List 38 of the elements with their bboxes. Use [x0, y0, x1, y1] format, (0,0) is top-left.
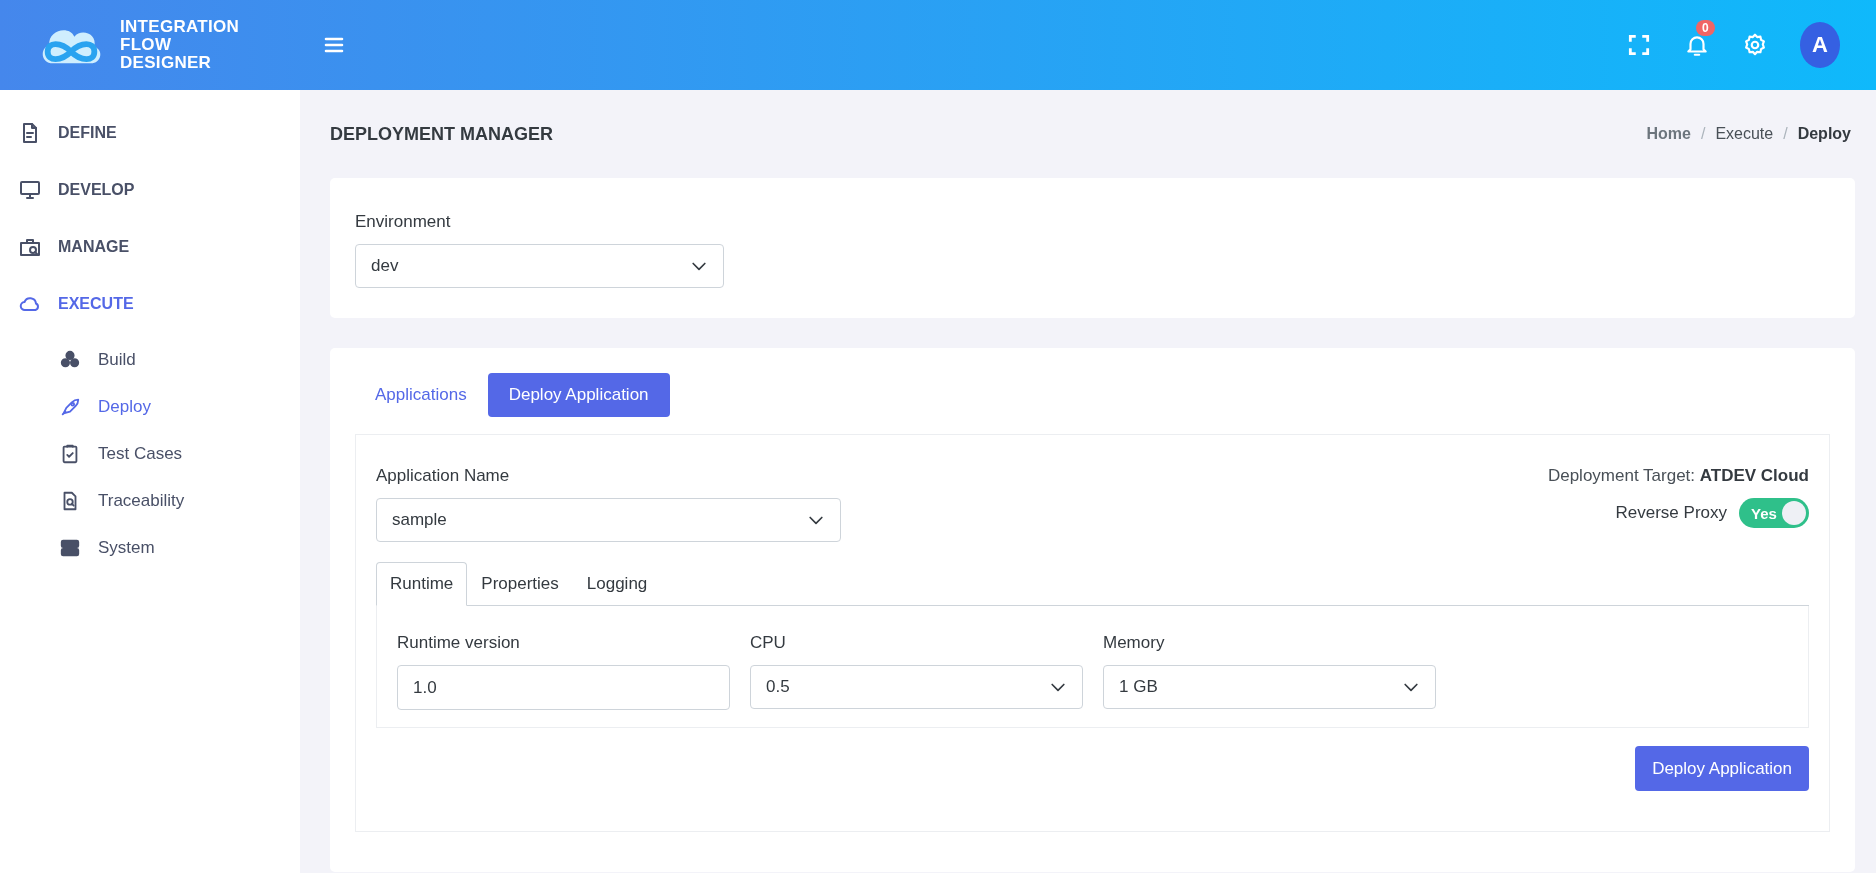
breadcrumb-item: Deploy [1797, 125, 1851, 143]
sidebar-item[interactable]: MANAGE [0, 218, 300, 275]
dropdown-field[interactable]: 0.5 [750, 665, 1083, 709]
settings-icon[interactable] [1742, 32, 1768, 58]
tab[interactable]: Logging [572, 562, 662, 606]
deploy-button[interactable]: Deploy Application [1635, 746, 1809, 791]
sidebar-subitem[interactable]: Test Cases [0, 430, 300, 477]
sidebar-item[interactable]: DEFINE [0, 104, 300, 161]
breadcrumb-link[interactable]: Home [1646, 125, 1691, 143]
input-field[interactable]: 1.0 [397, 665, 730, 710]
fullscreen-icon[interactable] [1626, 32, 1652, 58]
sidebar-item[interactable]: DEVELOP [0, 161, 300, 218]
field-label: Application Name [376, 466, 511, 486]
page-title: DEPLOYMENT MANAGER [330, 123, 553, 145]
field-label: Memory [1103, 633, 1166, 653]
sidebar-subitem[interactable]: Build [0, 336, 300, 383]
breadcrumb-separator: / [1783, 125, 1788, 143]
field-label: Environment [355, 212, 452, 232]
toggle-label: Reverse Proxy [1615, 503, 1727, 523]
sidebar-subitem[interactable]: System [0, 524, 300, 571]
breadcrumb-separator: / [1700, 125, 1706, 143]
breadcrumb-item: Execute [1715, 125, 1774, 143]
tab[interactable]: Deploy Application [487, 373, 670, 417]
user-avatar[interactable]: A [1800, 22, 1840, 68]
notification-badge: 0 [1696, 20, 1715, 36]
dropdown-field[interactable]: 1 GB [1103, 665, 1436, 709]
logo-text: INTEGRATION FLOW DESIGNER [120, 18, 240, 72]
deployment-target-text: Deployment Target: ATDEV Cloud [1547, 466, 1809, 486]
field-label: Runtime version [397, 633, 521, 653]
dropdown-field[interactable]: sample [376, 498, 841, 542]
sidebar-subitem[interactable]: Deploy [0, 383, 300, 430]
tab[interactable]: Properties [467, 562, 573, 606]
sidebar-item[interactable]: EXECUTE [0, 275, 300, 332]
tab[interactable]: Applications [374, 373, 468, 417]
sidebar-subitem[interactable]: Traceability [0, 477, 300, 524]
field-label: CPU [750, 633, 787, 653]
dropdown-field[interactable]: dev [355, 244, 724, 288]
tab[interactable]: Runtime [376, 562, 468, 606]
